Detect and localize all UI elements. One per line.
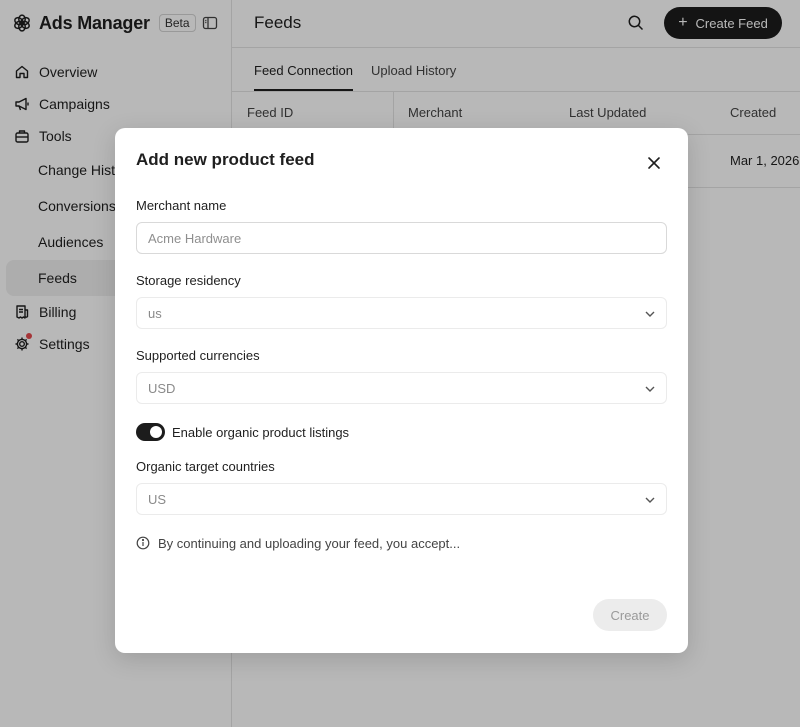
organic-countries-select[interactable]: US: [136, 483, 667, 515]
organic-countries-label: Organic target countries: [136, 459, 275, 474]
storage-residency-label: Storage residency: [136, 273, 241, 288]
close-icon[interactable]: [647, 156, 661, 170]
organic-listings-toggle-row: Enable organic product listings: [136, 423, 349, 441]
merchant-name-input[interactable]: [148, 230, 666, 246]
merchant-name-field[interactable]: [136, 222, 667, 254]
chevron-down-icon: [644, 494, 656, 506]
toggle-knob: [150, 426, 162, 438]
create-button[interactable]: Create: [593, 599, 667, 631]
terms-notice: By continuing and uploading your feed, y…: [136, 535, 460, 551]
organic-listings-toggle[interactable]: [136, 423, 165, 441]
organic-countries-value: US: [148, 491, 167, 507]
supported-currencies-label: Supported currencies: [136, 348, 260, 363]
chevron-down-icon: [644, 383, 656, 395]
chevron-down-icon: [644, 308, 656, 320]
supported-currencies-value: USD: [148, 380, 176, 396]
info-icon: [136, 536, 150, 550]
organic-listings-label: Enable organic product listings: [172, 424, 350, 440]
storage-residency-select[interactable]: us: [136, 297, 667, 329]
storage-residency-value: us: [148, 305, 162, 321]
terms-notice-text[interactable]: By continuing and uploading your feed, y…: [158, 536, 460, 551]
add-feed-modal: Add new product feed Merchant name Stora…: [115, 128, 688, 653]
supported-currencies-select[interactable]: USD: [136, 372, 667, 404]
modal-title: Add new product feed: [136, 150, 315, 169]
merchant-name-label: Merchant name: [136, 198, 227, 213]
